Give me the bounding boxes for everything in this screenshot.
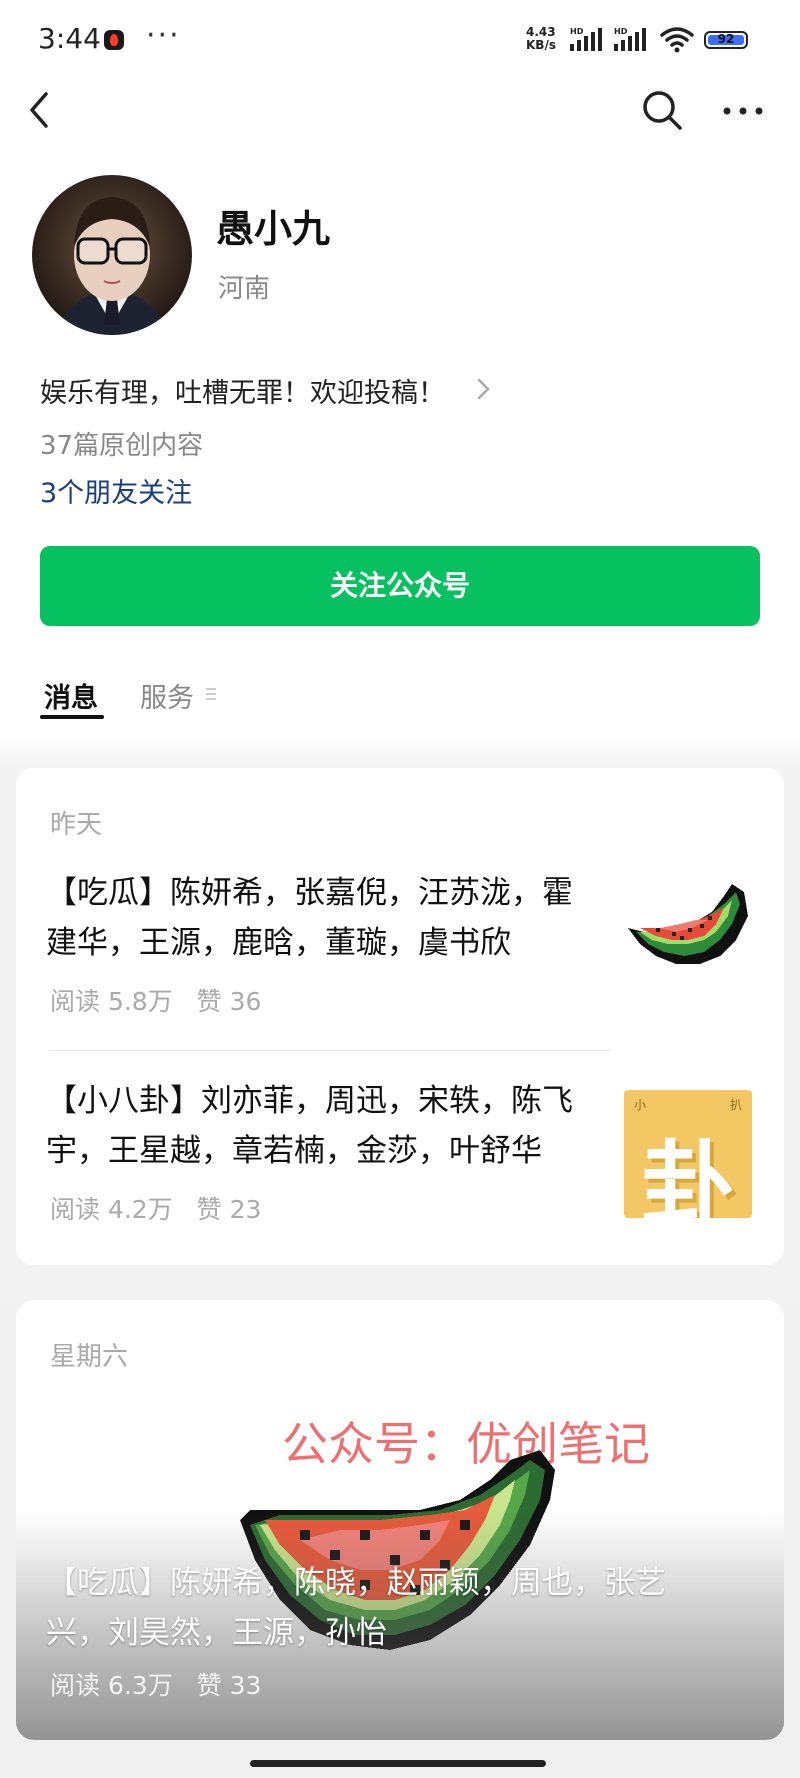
network-speed-unit: KB/s xyxy=(526,38,556,52)
like-count: 赞 33 xyxy=(196,1671,262,1700)
like-count: 赞 36 xyxy=(196,987,262,1016)
search-button[interactable] xyxy=(640,88,684,132)
tab-messages[interactable]: 消息 xyxy=(44,676,98,715)
menu-lines-icon xyxy=(206,688,216,700)
article-title-line: 宇，王星越，章若楠，金莎，叶舒华 xyxy=(46,1133,542,1169)
gossip-thumbnail[interactable]: 小 扒 卦 xyxy=(624,1090,752,1218)
home-indicator[interactable] xyxy=(250,1760,546,1767)
article-title[interactable]: 【吃瓜】陈妍希，张嘉倪，汪苏泷，霍 建华，王源，鹿晗，董璇，虞书欣 xyxy=(46,868,573,968)
hd-label-2: HD xyxy=(614,27,628,36)
like-count: 赞 23 xyxy=(196,1195,262,1224)
watermelon-thumbnail-icon[interactable] xyxy=(624,880,752,976)
article-title[interactable]: 【小八卦】刘亦菲，周迅，宋轶，陈飞 宇，王星越，章若楠，金莎，叶舒华 xyxy=(46,1076,573,1176)
chevron-right-icon[interactable] xyxy=(474,374,494,404)
wifi-icon xyxy=(660,27,694,53)
battery-icon: 92 xyxy=(704,31,748,49)
article-title-line: 【吃瓜】陈妍希，陈晓，赵丽颖，周也，张艺 xyxy=(46,1565,666,1601)
network-speed: 4.43 KB/s xyxy=(526,26,566,52)
avatar[interactable] xyxy=(32,175,192,335)
account-intro[interactable]: 娱乐有理，吐槽无罪！欢迎投稿！ xyxy=(40,371,445,410)
status-more-icon: ··· xyxy=(146,18,181,53)
article-meta: 阅读 5.8万 赞 36 xyxy=(50,982,261,1018)
app-notification-icon xyxy=(104,30,124,50)
account-name: 愚小九 xyxy=(216,207,331,251)
read-count: 阅读 6.3万 xyxy=(50,1671,173,1700)
article-title-line: 【小八卦】刘亦菲，周迅，宋轶，陈飞 xyxy=(46,1083,573,1119)
date-label: 星期六 xyxy=(50,1342,129,1372)
thumb-character: 卦 xyxy=(640,1132,735,1218)
read-count: 阅读 4.2万 xyxy=(50,1195,173,1224)
article-title-line: 兴，刘昊然，王源，孙怡 xyxy=(46,1615,387,1651)
read-count: 阅读 5.8万 xyxy=(50,987,173,1016)
article-meta: 阅读 4.2万 赞 23 xyxy=(50,1190,261,1226)
date-label: 昨天 xyxy=(50,810,103,840)
signal-icon: HD xyxy=(570,27,602,51)
battery-label: 92 xyxy=(717,32,735,46)
follow-button[interactable]: 关注公众号 xyxy=(40,546,760,626)
back-button[interactable] xyxy=(22,88,62,132)
cover-article-meta: 阅读 6.3万 赞 33 xyxy=(50,1666,261,1702)
tab-services[interactable]: 服务 xyxy=(140,676,194,715)
original-count: 37篇原创内容 xyxy=(40,431,204,461)
signal-icon-2: HD xyxy=(614,27,646,51)
article-title-line: 建华，王源，鹿晗，董璇，虞书欣 xyxy=(46,925,511,961)
tab-active-indicator xyxy=(40,715,104,719)
hd-label: HD xyxy=(570,27,584,36)
more-options-button[interactable] xyxy=(718,96,768,126)
friends-following-link[interactable]: 3个朋友关注 xyxy=(40,471,192,510)
status-time: 3:44 xyxy=(38,22,101,55)
divider xyxy=(50,1050,610,1051)
cover-article-title[interactable]: 【吃瓜】陈妍希，陈晓，赵丽颖，周也，张艺 兴，刘昊然，王源，孙怡 xyxy=(46,1558,666,1658)
article-title-line: 【吃瓜】陈妍希，张嘉倪，汪苏泷，霍 xyxy=(46,875,573,911)
account-region: 河南 xyxy=(218,274,271,304)
